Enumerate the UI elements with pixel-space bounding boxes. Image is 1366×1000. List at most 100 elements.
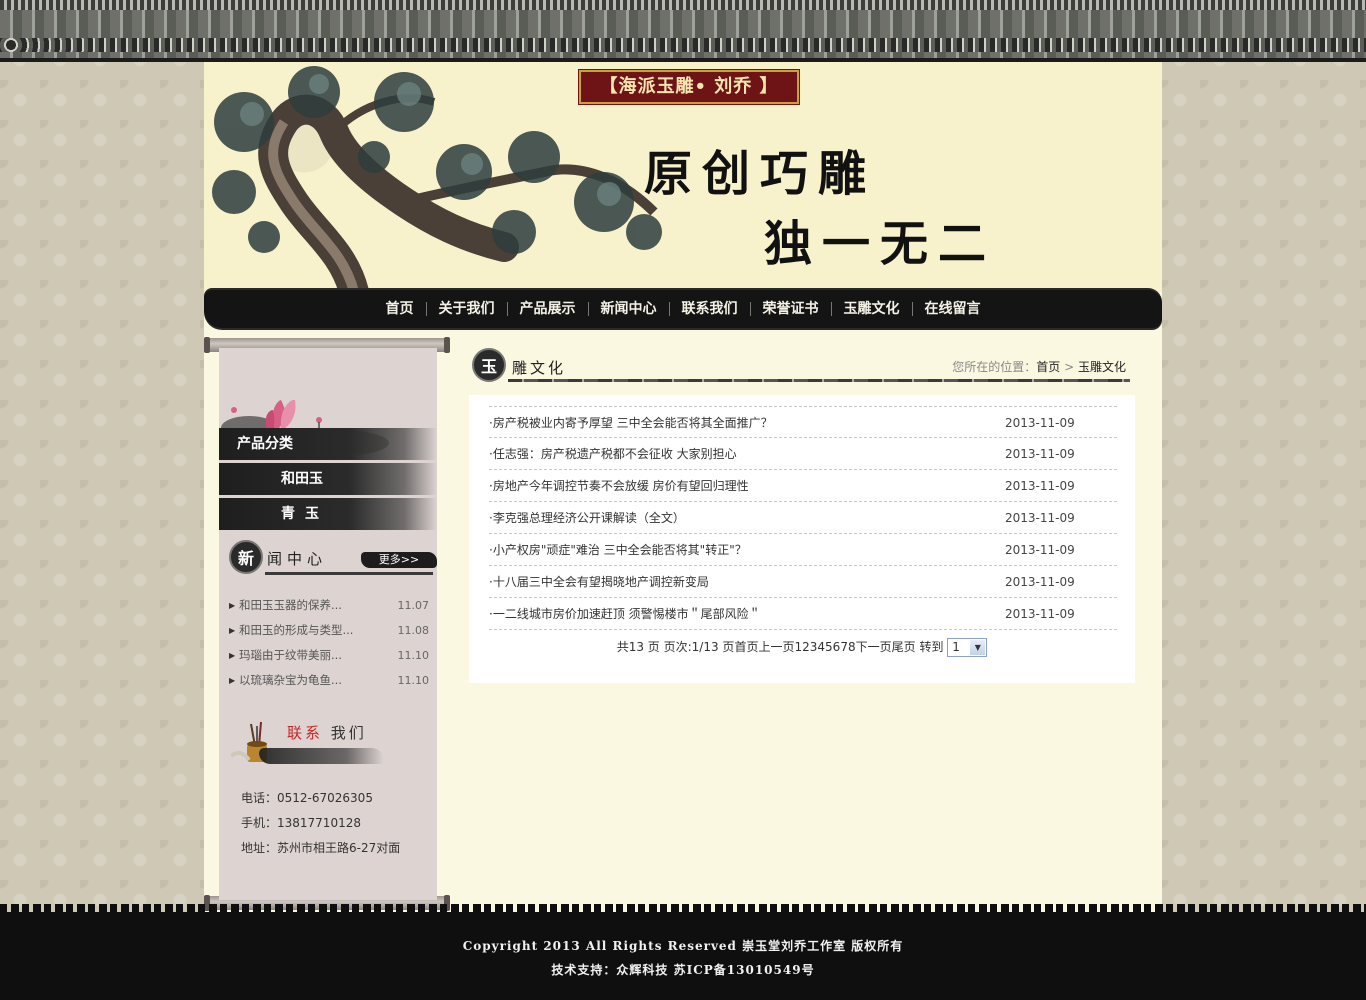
nav-item-contact[interactable]: 联系我们: [670, 301, 750, 317]
slogan-line-1: 原创巧雕: [644, 146, 877, 202]
pagination-first-link[interactable]: 首页: [734, 640, 758, 654]
list-item: ·十八届三中全会有望揭晓地产调控新变局 2013-11-09: [489, 566, 1117, 598]
page-container: 【海派玉雕• 刘乔 】 原创巧雕 独一无二 首页 关于我们 产品展示 新闻中心 …: [204, 62, 1162, 912]
list-item: ·小产权房"顽症"难治 三中全会能否将其"转正"？ 2013-11-09: [489, 534, 1117, 566]
section-badge-icon: 玉: [472, 348, 506, 382]
footer: Copyright 2013 All Rights Reserved 崇玉堂刘乔…: [0, 904, 1366, 1000]
chevron-down-icon[interactable]: ▼: [970, 640, 986, 655]
breadcrumb: 您所在的位置：首页 > 玉雕文化: [952, 358, 1126, 375]
news-item-title[interactable]: 以琉璃杂宝为龟鱼...: [239, 668, 379, 693]
pagination-prev-link[interactable]: 上一页: [758, 640, 794, 654]
list-item: ·房产税被业内寄予厚望 三中全会能否将其全面推广？ 2013-11-09: [489, 406, 1117, 438]
contact-section-header: 联系 我们: [229, 714, 429, 774]
contact-title-highlight: 联系: [287, 724, 324, 742]
nav-item-news[interactable]: 新闻中心: [589, 301, 669, 317]
triangle-bullet-icon: ▶: [229, 676, 236, 685]
article-link[interactable]: ·房产税被业内寄予厚望 三中全会能否将其全面推广？: [489, 407, 773, 437]
list-item[interactable]: ▶ 和田玉玉器的保养... 11.07: [229, 593, 429, 618]
article-link[interactable]: ·李克强总理经济公开课解读（全文）: [489, 502, 685, 533]
contact-address: 地址：苏州市相王路6-27对面: [241, 841, 401, 855]
news-item-date: 11.10: [397, 649, 430, 662]
article-date: 2013-11-09: [1005, 511, 1075, 525]
banner: 【海派玉雕• 刘乔 】 原创巧雕 独一无二: [204, 62, 1162, 292]
article-date: 2013-11-09: [1005, 575, 1075, 589]
main-nav: 首页 关于我们 产品展示 新闻中心 联系我们 荣誉证书 玉雕文化 在线留言: [204, 290, 1162, 328]
article-link[interactable]: ·房地产今年调控节奏不会放缓 房价有望回归理性: [489, 470, 749, 501]
pagination-page-1[interactable]: 1: [794, 640, 802, 654]
news-item-title[interactable]: 和田玉玉器的保养...: [239, 593, 379, 618]
article-list: ·房产税被业内寄予厚望 三中全会能否将其全面推广？ 2013-11-09 ·任志强…: [489, 406, 1117, 630]
category-heading: 产品分类: [219, 428, 437, 460]
pagination: 共13 页 页次:1/13 页首页上一页12345678下一页尾页 转到 1 ▼: [469, 638, 1135, 657]
list-item: ·任志强：房产税遗产税都不会征收 大家别担心 2013-11-09: [489, 438, 1117, 470]
news-section-header: 新 闻中心 更多>>: [229, 540, 437, 580]
pagination-page-5[interactable]: 5: [825, 640, 833, 654]
breadcrumb-prefix: 您所在的位置：: [952, 360, 1037, 374]
article-date: 2013-11-09: [1005, 416, 1075, 430]
article-link[interactable]: ·一二线城市房价加速赶顶 须警惕楼市＂尾部风险＂: [489, 598, 761, 629]
pagination-next-link[interactable]: 下一页: [856, 640, 892, 654]
content-header: 玉 雕文化 您所在的位置：首页 > 玉雕文化: [472, 346, 1130, 386]
pagination-page-8[interactable]: 8: [848, 640, 856, 654]
nav-item-honors[interactable]: 荣誉证书: [751, 301, 831, 317]
article-date: 2013-11-09: [1005, 447, 1075, 461]
list-item[interactable]: ▶ 和田玉的形成与类型... 11.08: [229, 618, 429, 643]
news-item-date: 11.07: [397, 599, 430, 612]
pagination-summary: 共13 页 页次:1/13 页: [616, 640, 735, 654]
page-select-value: 1: [952, 640, 960, 654]
contact-mobile: 手机：13817710128: [241, 816, 361, 830]
roof-tile-band: [0, 0, 1366, 62]
list-item[interactable]: ▶ 以琉璃杂宝为龟鱼... 11.10: [229, 668, 429, 693]
breadcrumb-home-link[interactable]: 首页: [1036, 360, 1060, 374]
list-item: ·一二线城市房价加速赶顶 须警惕楼市＂尾部风险＂ 2013-11-09: [489, 598, 1117, 630]
article-date: 2013-11-09: [1005, 543, 1075, 557]
news-divider: [265, 572, 433, 575]
contact-section-title: 联系 我们: [287, 722, 367, 743]
pagination-page-7[interactable]: 7: [840, 640, 848, 654]
pagination-goto-label: 转到: [915, 640, 948, 654]
news-list: ▶ 和田玉玉器的保养... 11.07 ▶ 和田玉的形成与类型... 11.08…: [229, 593, 429, 693]
news-more-button[interactable]: 更多>>: [361, 552, 437, 568]
page-title: 雕文化: [512, 359, 567, 377]
contact-phone: 电话：0512-67026305: [241, 791, 373, 805]
category-item-green-jade[interactable]: 青玉: [219, 498, 437, 530]
nav-item-home[interactable]: 首页: [374, 301, 426, 317]
news-section-title: 闻中心: [267, 550, 328, 568]
pagination-page-4[interactable]: 4: [817, 640, 825, 654]
breadcrumb-current-link[interactable]: 玉雕文化: [1078, 360, 1126, 374]
brand-seal: 【海派玉雕• 刘乔 】: [578, 69, 800, 105]
left-sidebar: 产品分类 和田玉 青玉 新 闻中心 更多>> ▶ 和田玉玉器的保养... 11.…: [219, 348, 437, 900]
article-date: 2013-11-09: [1005, 607, 1075, 621]
nav-item-products[interactable]: 产品展示: [508, 301, 588, 317]
page-select-dropdown[interactable]: 1 ▼: [947, 638, 988, 657]
nav-item-about[interactable]: 关于我们: [427, 301, 507, 317]
article-link[interactable]: ·十八届三中全会有望揭晓地产调控新变局: [489, 566, 709, 597]
news-item-date: 11.10: [397, 674, 430, 687]
news-item-title[interactable]: 和田玉的形成与类型...: [239, 618, 379, 643]
slogan-line-2: 独一无二: [764, 216, 997, 272]
nav-item-guestbook[interactable]: 在线留言: [913, 301, 993, 317]
article-link[interactable]: ·任志强：房产税遗产税都不会征收 大家别担心: [489, 438, 737, 469]
pagination-page-2[interactable]: 2: [802, 640, 810, 654]
contact-title-rest: 我们: [330, 724, 367, 742]
news-badge-icon: 新: [229, 540, 263, 574]
news-item-date: 11.08: [397, 624, 430, 637]
article-panel: ·房产税被业内寄予厚望 三中全会能否将其全面推广？ 2013-11-09 ·任志强…: [469, 395, 1135, 683]
list-item: ·李克强总理经济公开课解读（全文） 2013-11-09: [489, 502, 1117, 534]
list-item: ·房地产今年调控节奏不会放缓 房价有望回归理性 2013-11-09: [489, 470, 1117, 502]
list-item[interactable]: ▶ 玛瑙由于纹带美丽... 11.10: [229, 643, 429, 668]
contact-info: 电话：0512-67026305 手机：13817710128 地址：苏州市相王…: [241, 788, 400, 863]
article-date: 2013-11-09: [1005, 479, 1075, 493]
news-item-title[interactable]: 玛瑙由于纹带美丽...: [239, 643, 379, 668]
category-item-hetian-jade[interactable]: 和田玉: [219, 463, 437, 495]
triangle-bullet-icon: ▶: [229, 651, 236, 660]
footer-support: 技术支持：众辉科技 苏ICP备13010549号: [551, 963, 815, 977]
breadcrumb-separator: >: [1060, 360, 1078, 374]
ink-stroke-decoration: [259, 748, 384, 764]
header-divider: [508, 379, 1130, 382]
article-link[interactable]: ·小产权房"顽症"难治 三中全会能否将其"转正"？: [489, 534, 747, 565]
pagination-last-link[interactable]: 尾页: [892, 640, 916, 654]
triangle-bullet-icon: ▶: [229, 601, 236, 610]
nav-item-jade-culture[interactable]: 玉雕文化: [832, 301, 912, 317]
triangle-bullet-icon: ▶: [229, 626, 236, 635]
